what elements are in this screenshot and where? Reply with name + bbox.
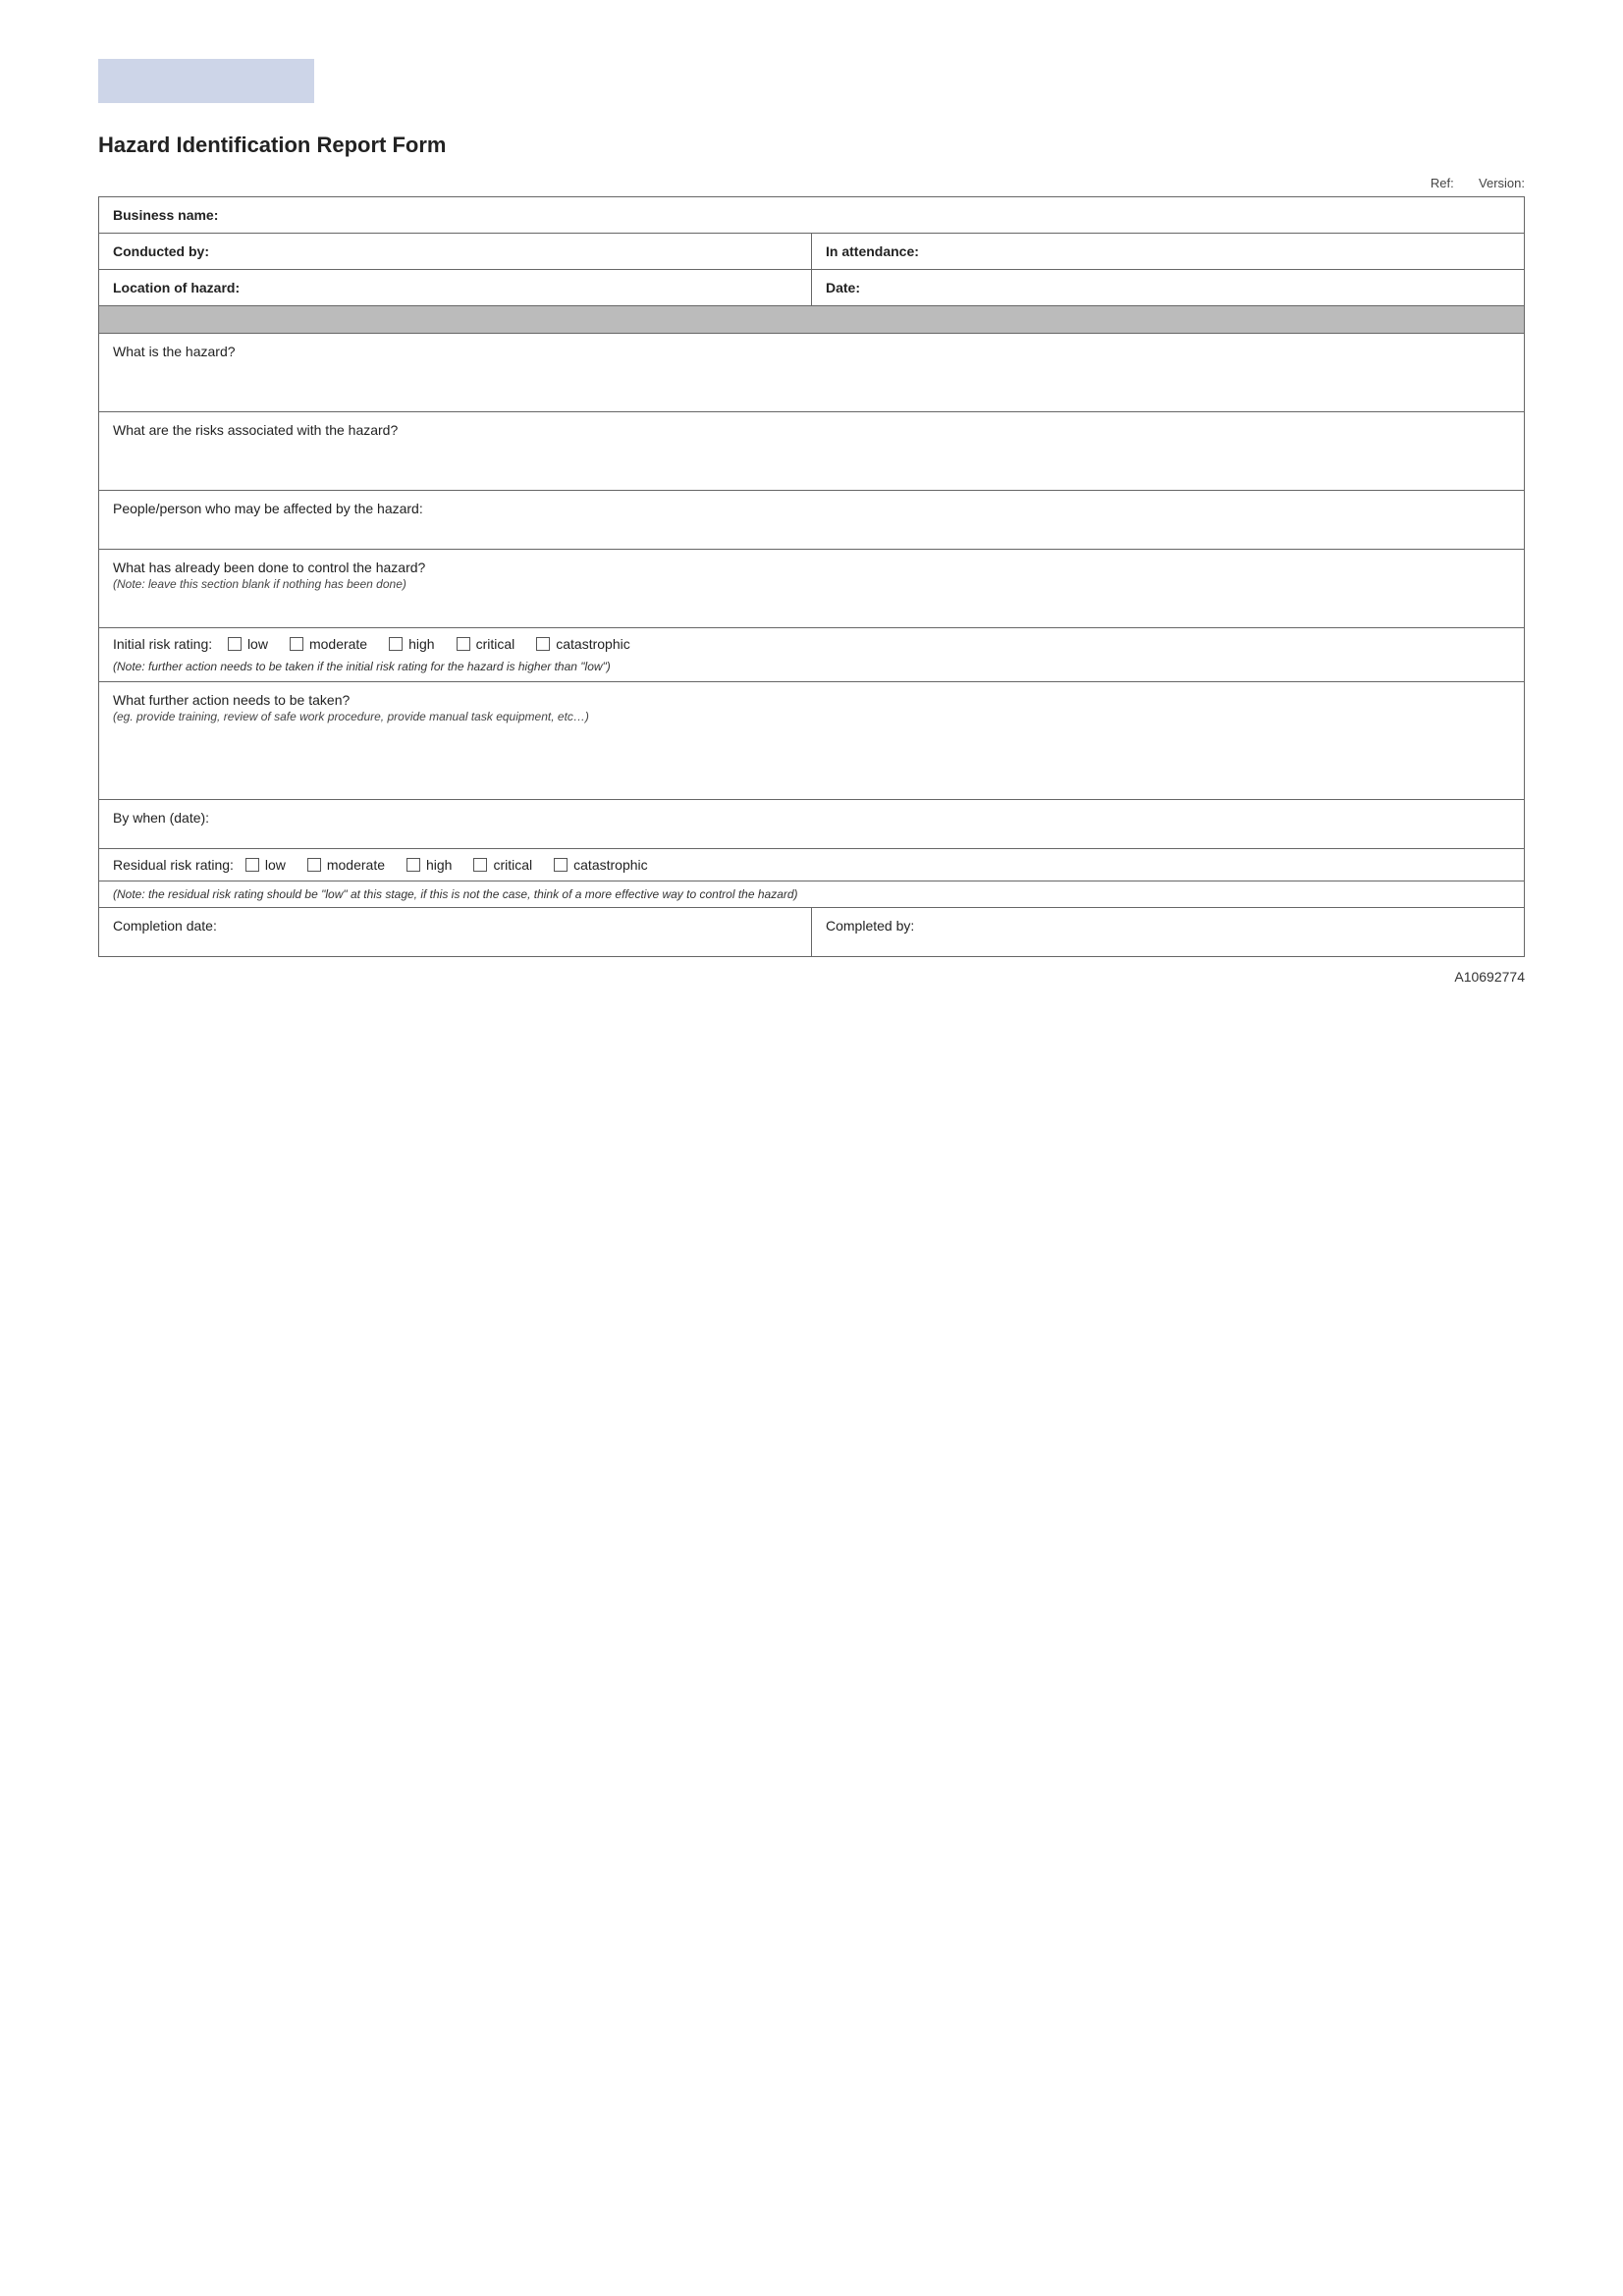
residual-note-row: (Note: the residual risk rating should b… <box>99 881 1525 908</box>
checkbox-moderate-label: moderate <box>309 636 367 652</box>
residual-note: (Note: the residual risk rating should b… <box>113 887 798 901</box>
checkbox-high[interactable]: high <box>389 636 434 652</box>
further-action-note: (eg. provide training, review of safe wo… <box>113 710 589 723</box>
residual-checkbox-critical-label: critical <box>493 857 532 873</box>
residual-checkbox-critical-box[interactable] <box>473 858 487 872</box>
done-question-note: (Note: leave this section blank if nothi… <box>113 577 406 591</box>
location-label: Location of hazard: <box>113 280 240 295</box>
residual-risk-row: Residual risk rating: low moderate high … <box>99 849 1525 881</box>
residual-checkbox-high-label: high <box>426 857 452 873</box>
doc-id: A10692774 <box>1454 969 1525 985</box>
checkbox-moderate-box[interactable] <box>290 637 303 651</box>
hazard-question-row: What is the hazard? <box>99 334 1525 412</box>
done-question-main: What has already been done to control th… <box>113 560 425 575</box>
residual-checkbox-low-box[interactable] <box>245 858 259 872</box>
residual-checkbox-catastrophic-box[interactable] <box>554 858 568 872</box>
checkbox-catastrophic-box[interactable] <box>536 637 550 651</box>
residual-checkbox-catastrophic-label: catastrophic <box>573 857 647 873</box>
initial-risk-note: (Note: further action needs to be taken … <box>113 660 611 673</box>
hazard-question: What is the hazard? <box>113 344 236 359</box>
conducted-attendance-row: Conducted by: In attendance: <box>99 234 1525 270</box>
checkbox-catastrophic[interactable]: catastrophic <box>536 636 629 652</box>
checkbox-catastrophic-label: catastrophic <box>556 636 629 652</box>
version-label: Version: <box>1479 176 1525 190</box>
business-name-row: Business name: <box>99 197 1525 234</box>
risks-question: What are the risks associated with the h… <box>113 422 398 438</box>
main-form-table: Business name: Conducted by: In attendan… <box>98 196 1525 957</box>
residual-checkbox-low[interactable]: low <box>245 857 286 873</box>
residual-checkbox-moderate-box[interactable] <box>307 858 321 872</box>
checkbox-high-label: high <box>408 636 434 652</box>
checkbox-low[interactable]: low <box>228 636 268 652</box>
residual-checkbox-high[interactable]: high <box>406 857 452 873</box>
further-action-row: What further action needs to be taken? (… <box>99 682 1525 800</box>
by-when-label: By when (date): <box>113 810 209 826</box>
by-when-row: By when (date): <box>99 800 1525 849</box>
checkbox-moderate[interactable]: moderate <box>290 636 367 652</box>
people-question: People/person who may be affected by the… <box>113 501 423 516</box>
residual-checkbox-moderate[interactable]: moderate <box>307 857 385 873</box>
residual-risk-label: Residual risk rating: <box>113 857 234 873</box>
residual-checkbox-moderate-label: moderate <box>327 857 385 873</box>
checkbox-low-box[interactable] <box>228 637 242 651</box>
date-label: Date: <box>826 280 860 295</box>
residual-checkbox-low-label: low <box>265 857 286 873</box>
further-action-main: What further action needs to be taken? <box>113 692 350 708</box>
completed-by-label: Completed by: <box>826 918 914 934</box>
people-question-row: People/person who may be affected by the… <box>99 491 1525 550</box>
logo-placeholder <box>98 59 314 103</box>
checkbox-critical[interactable]: critical <box>457 636 515 652</box>
checkbox-critical-box[interactable] <box>457 637 470 651</box>
page-title: Hazard Identification Report Form <box>98 133 1525 158</box>
business-name-label: Business name: <box>113 207 218 223</box>
residual-checkbox-high-box[interactable] <box>406 858 420 872</box>
conducted-by-label: Conducted by: <box>113 243 209 259</box>
completion-date-label: Completion date: <box>113 918 217 934</box>
in-attendance-label: In attendance: <box>826 243 919 259</box>
ref-label: Ref: <box>1431 176 1454 190</box>
location-date-row: Location of hazard: Date: <box>99 270 1525 306</box>
checkbox-critical-label: critical <box>476 636 515 652</box>
initial-risk-label: Initial risk rating: <box>113 636 212 652</box>
checkbox-high-box[interactable] <box>389 637 403 651</box>
risks-question-row: What are the risks associated with the h… <box>99 412 1525 491</box>
done-question-row: What has already been done to control th… <box>99 550 1525 628</box>
grey-divider-row <box>99 306 1525 334</box>
residual-checkbox-catastrophic[interactable]: catastrophic <box>554 857 647 873</box>
residual-checkbox-critical[interactable]: critical <box>473 857 532 873</box>
initial-risk-row: Initial risk rating: low moderate high c… <box>99 628 1525 682</box>
checkbox-low-label: low <box>247 636 268 652</box>
completion-row: Completion date: Completed by: <box>99 908 1525 957</box>
